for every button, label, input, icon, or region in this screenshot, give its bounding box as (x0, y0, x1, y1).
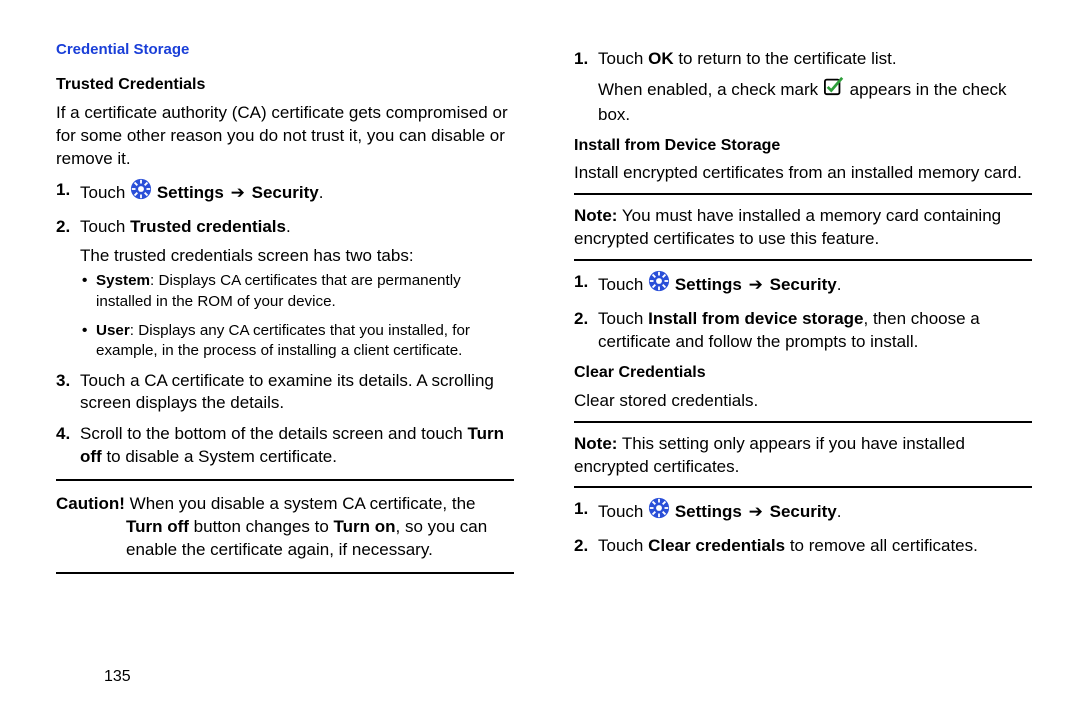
install-step-2: Touch Install from device storage, then … (598, 308, 1032, 354)
section-heading-credential-storage: Credential Storage (56, 40, 514, 60)
note-label: Note: (574, 206, 617, 225)
step2-text-c: . (286, 217, 291, 236)
clear-step-1: Touch Settings ➔ Security. (598, 498, 1032, 527)
step2-text-a: Touch (80, 217, 130, 236)
checkmark-icon (823, 76, 845, 103)
right-column: Touch OK to return to the certificate li… (574, 40, 1032, 700)
subhead-trusted-credentials: Trusted Credentials (56, 74, 514, 96)
clear-step-2: Touch Clear credentials to remove all ce… (598, 535, 1032, 558)
settings-icon (130, 178, 152, 207)
step4-c: to disable a System certificate. (102, 447, 337, 466)
step5-tail: When enabled, a check mark appears in th… (598, 77, 1032, 127)
caution-label: Caution! (56, 494, 125, 513)
note1-a: You must have installed a memory card co… (574, 206, 1001, 248)
left-column: Credential Storage Trusted Credentials I… (56, 40, 514, 700)
step5-c: to return to the certificate list. (674, 49, 897, 68)
trusted-intro-text: If a certificate authority (CA) certific… (56, 102, 514, 171)
step-2: Touch Trusted credentials. The trusted c… (80, 216, 514, 362)
divider (574, 421, 1032, 423)
step4-a: Scroll to the bottom of the details scre… (80, 424, 467, 443)
step5-a: Touch (598, 49, 648, 68)
subhead-clear-credentials: Clear Credentials (574, 362, 1032, 384)
bullet-user: User: Displays any CA certificates that … (96, 321, 514, 362)
caution-d: Turn on (334, 517, 396, 536)
subhead-install-from-device: Install from Device Storage (574, 135, 1032, 157)
step-3: Touch a CA certificate to examine its de… (80, 370, 514, 416)
install-step-1: Touch Settings ➔ Security. (598, 271, 1032, 300)
caution-b: Turn off (126, 517, 189, 536)
bullet-system: System: Displays CA certificates that ar… (96, 271, 514, 312)
caution-c: button changes to (189, 517, 334, 536)
note-memory-card: Note: You must have installed a memory c… (574, 205, 1032, 251)
divider (574, 193, 1032, 195)
step-5: Touch OK to return to the certificate li… (598, 48, 1032, 127)
step2-bold: Trusted credentials (130, 217, 286, 236)
divider (56, 572, 514, 574)
clear-steps-list: Touch Settings ➔ Security. Touch Clear c… (574, 498, 1032, 558)
step1-text-b: Settings ➔ Security (157, 183, 319, 202)
step5-b: OK (648, 49, 674, 68)
install-intro-text: Install encrypted certificates from an i… (574, 162, 1032, 185)
divider (574, 259, 1032, 261)
step1-text-c: . (319, 183, 324, 202)
trusted-steps-continued: Touch OK to return to the certificate li… (574, 48, 1032, 127)
caution-a: When you disable a system CA certificate… (125, 494, 476, 513)
tabs-bullet-list: System: Displays CA certificates that ar… (80, 271, 514, 361)
step-1: Touch Settings ➔ Security. (80, 179, 514, 208)
settings-icon (648, 497, 670, 526)
divider (574, 486, 1032, 488)
step1-text-a: Touch (80, 183, 130, 202)
caution-block: Caution! When you disable a system CA ce… (56, 493, 514, 562)
step2-tail: The trusted credentials screen has two t… (80, 245, 514, 268)
settings-icon (648, 270, 670, 299)
step-4: Scroll to the bottom of the details scre… (80, 423, 514, 469)
note2-a: This setting only appears if you have in… (574, 434, 965, 476)
page-number: 135 (104, 666, 131, 688)
trusted-steps-list: Touch Settings ➔ Security. Touch Trusted… (56, 179, 514, 470)
note-encrypted-only: Note: This setting only appears if you h… (574, 433, 1032, 479)
clear-intro-text: Clear stored credentials. (574, 390, 1032, 413)
note-label: Note: (574, 434, 617, 453)
divider (56, 479, 514, 481)
install-steps-list: Touch Settings ➔ Security. Touch Install… (574, 271, 1032, 354)
